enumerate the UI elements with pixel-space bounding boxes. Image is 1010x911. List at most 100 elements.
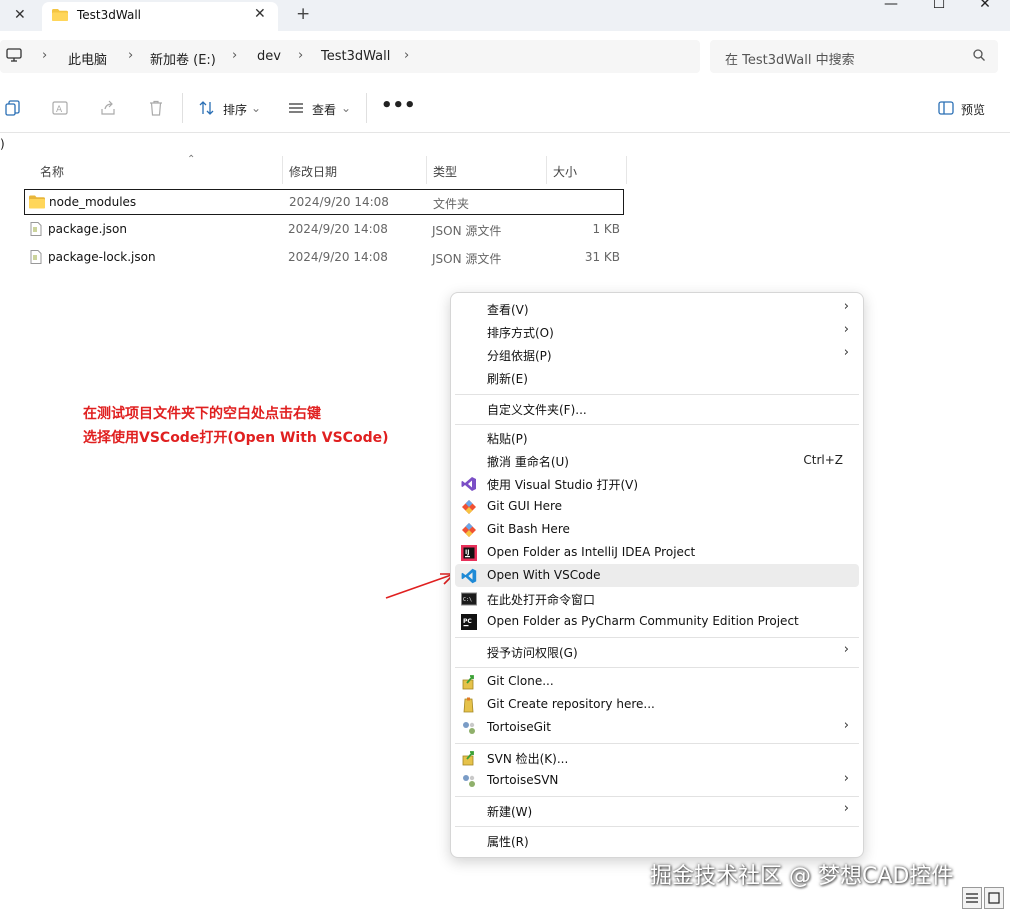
menu-item-properties[interactable]: 属性(R) — [455, 829, 859, 852]
file-icon — [30, 250, 42, 264]
column-header-type[interactable]: 类型 — [427, 156, 547, 184]
file-date: 2024/9/20 14:08 — [289, 195, 389, 209]
address-bar[interactable]: › 此电脑 › 新加卷 (E:) › dev › Test3dWall › — [0, 40, 700, 73]
preview-button[interactable]: 预览 — [961, 101, 985, 118]
menu-item-label: Git GUI Here — [487, 499, 563, 513]
rename-icon[interactable]: A — [51, 99, 69, 117]
column-header-size[interactable]: 大小 — [547, 156, 627, 184]
tab-close-button[interactable]: ✕ — [254, 6, 266, 22]
details-view-button[interactable] — [962, 887, 982, 909]
menu-separator — [455, 796, 859, 797]
breadcrumb-test3dwall[interactable]: Test3dWall — [321, 49, 390, 64]
file-row[interactable]: package.json 2024/9/20 14:08 JSON 源文件 1 … — [24, 217, 624, 243]
search-input[interactable]: 在 Test3dWall 中搜索 — [710, 40, 998, 73]
menu-item-group-by[interactable]: 分组依据(P) › — [455, 343, 859, 366]
menu-item-give-access[interactable]: 授予访问权限(G) › — [455, 640, 859, 663]
column-header-modified[interactable]: 修改日期 — [283, 156, 427, 184]
breadcrumb-drive-e[interactable]: 新加卷 (E:) — [150, 49, 216, 68]
more-options-button[interactable]: ••• — [381, 95, 416, 116]
menu-item-label: Git Clone... — [487, 674, 554, 688]
previous-tab-close-button[interactable]: ✕ — [14, 7, 26, 23]
menu-item-new[interactable]: 新建(W) › — [455, 799, 859, 822]
menu-item-label: 刷新(E) — [487, 372, 528, 386]
column-header-name[interactable]: 名称 ⌃ — [34, 154, 283, 184]
menu-item-label: Open Folder as PyCharm Community Edition… — [487, 614, 799, 628]
menu-item-paste[interactable]: 粘贴(P) — [455, 426, 859, 449]
file-name: package-lock.json — [48, 250, 156, 264]
chevron-down-icon: ⌄ — [341, 101, 352, 115]
menu-separator — [455, 826, 859, 827]
menu-item-svn-checkout[interactable]: SVN 检出(K)... — [455, 746, 859, 769]
navigation-pane-edge: ) — [0, 134, 1010, 156]
git-clone-icon — [462, 675, 474, 690]
chevron-right-icon: › — [42, 48, 48, 63]
chevron-right-icon[interactable]: › — [404, 48, 409, 63]
minimize-button[interactable]: — — [868, 0, 914, 14]
breadcrumb-this-pc[interactable]: 此电脑 — [68, 49, 107, 68]
maximize-button[interactable]: ☐ — [916, 0, 962, 14]
view-button[interactable]: 查看 — [312, 101, 336, 118]
search-icon — [973, 49, 985, 61]
menu-item-open-visual-studio[interactable]: 使用 Visual Studio 打开(V) — [455, 472, 859, 495]
menu-item-label: 属性(R) — [487, 835, 529, 849]
menu-item-customize-folder[interactable]: 自定义文件夹(F)... — [455, 397, 859, 420]
chevron-right-icon: › — [843, 642, 849, 657]
chevron-right-icon: › — [843, 299, 849, 314]
intellij-icon: IJ — [461, 545, 477, 561]
breadcrumb-dev[interactable]: dev — [257, 49, 281, 64]
menu-item-git-create-repo[interactable]: Git Create repository here... — [455, 693, 859, 716]
menu-item-git-clone[interactable]: Git Clone... — [455, 670, 859, 693]
menu-item-tortoisegit[interactable]: TortoiseGit › — [455, 716, 859, 739]
file-row[interactable]: package-lock.json 2024/9/20 14:08 JSON 源… — [24, 245, 624, 271]
address-row: › 此电脑 › 新加卷 (E:) › dev › Test3dWall › 在 … — [0, 31, 1010, 83]
menu-item-git-gui[interactable]: Git GUI Here — [455, 495, 859, 518]
file-row[interactable]: node_modules 2024/9/20 14:08 文件夹 — [24, 189, 624, 215]
tab-test3dwall[interactable]: Test3dWall ✕ — [42, 2, 278, 31]
tab-title: Test3dWall — [77, 8, 142, 22]
svg-text:IJ: IJ — [465, 549, 469, 556]
truncated-label: ) — [0, 137, 5, 151]
tab-bar: ✕ Test3dWall ✕ + — ☐ ✕ — [0, 0, 1010, 31]
toolbar-divider — [182, 93, 183, 123]
menu-item-label: Open With VSCode — [487, 568, 601, 582]
close-window-button[interactable]: ✕ — [962, 0, 1008, 14]
previous-tab[interactable]: ✕ — [0, 3, 34, 29]
menu-item-pycharm[interactable]: PC Open Folder as PyCharm Community Edit… — [455, 610, 859, 633]
menu-separator — [455, 667, 859, 668]
chevron-right-icon: › — [843, 322, 849, 337]
file-type: 文件夹 — [433, 197, 470, 211]
menu-item-refresh[interactable]: 刷新(E) — [455, 366, 859, 389]
menu-item-undo-rename[interactable]: 撤消 重命名(U) Ctrl+Z — [455, 449, 859, 472]
sort-button[interactable]: 排序 — [223, 101, 247, 118]
cmd-icon: C:\ — [461, 592, 477, 606]
pycharm-icon: PC — [461, 614, 477, 630]
copy-icon[interactable] — [4, 99, 22, 117]
menu-item-tortoisesvn[interactable]: TortoiseSVN › — [455, 769, 859, 792]
menu-separator — [455, 743, 859, 744]
menu-item-git-bash[interactable]: Git Bash Here — [455, 518, 859, 541]
menu-item-label: Open Folder as IntelliJ IDEA Project — [487, 545, 696, 559]
new-tab-button[interactable]: + — [296, 4, 310, 24]
git-gui-icon — [462, 500, 476, 514]
menu-item-open-command-window[interactable]: C:\ 在此处打开命令窗口 — [455, 587, 859, 610]
file-name: package.json — [48, 222, 128, 236]
svn-checkout-icon — [462, 751, 474, 766]
menu-item-view[interactable]: 查看(V) › — [455, 297, 859, 320]
toolbar-divider — [366, 93, 367, 123]
chevron-right-icon: › — [843, 718, 849, 733]
column-header-name-label: 名称 — [40, 165, 65, 179]
view-icon — [289, 103, 303, 113]
menu-item-intellij[interactable]: IJ Open Folder as IntelliJ IDEA Project — [455, 541, 859, 564]
large-icons-view-button[interactable] — [984, 887, 1004, 909]
file-date: 2024/9/20 14:08 — [288, 250, 388, 264]
git-bash-icon — [462, 523, 476, 537]
menu-item-sort-by[interactable]: 排序方式(O) › — [455, 320, 859, 343]
tortoisegit-icon — [463, 722, 475, 734]
preview-pane-icon — [938, 101, 954, 115]
tortoisesvn-icon — [463, 775, 475, 787]
svg-text:A: A — [56, 105, 63, 115]
share-icon[interactable] — [99, 99, 117, 117]
delete-icon[interactable] — [147, 99, 165, 117]
chevron-right-icon: › — [232, 48, 238, 63]
menu-item-open-with-vscode[interactable]: Open With VSCode — [455, 564, 859, 587]
